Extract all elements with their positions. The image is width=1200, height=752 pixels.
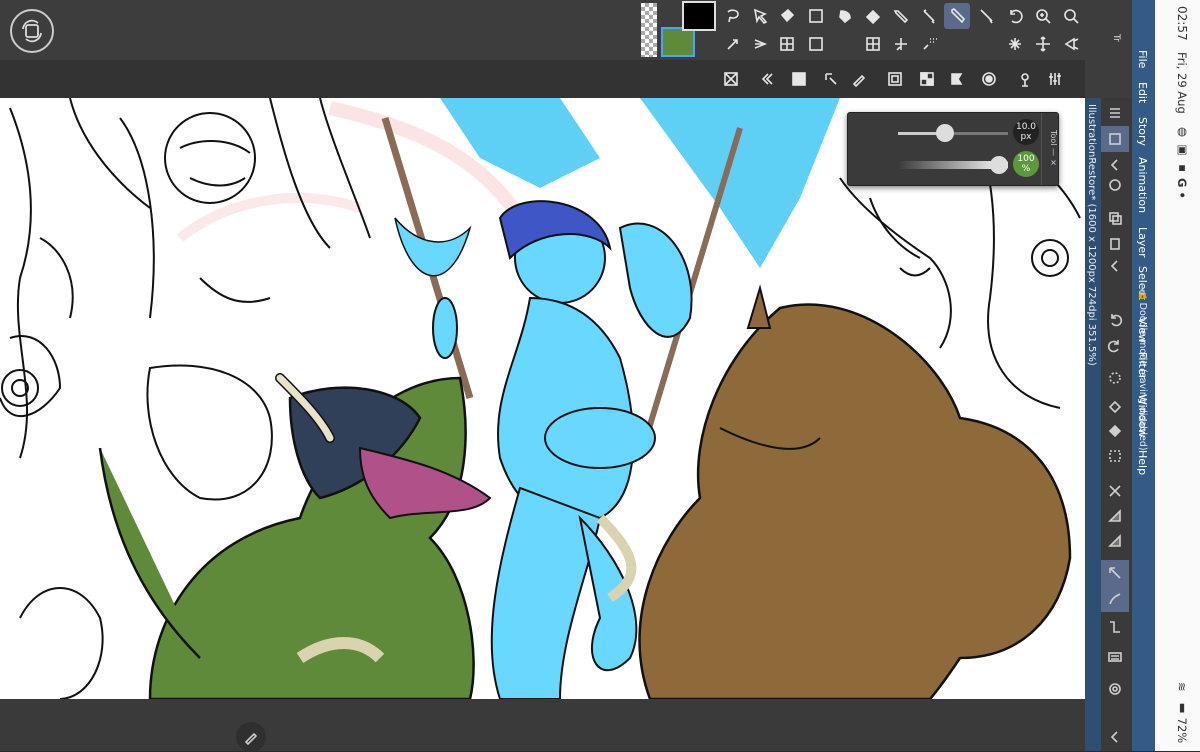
flag-icon[interactable] (944, 66, 970, 92)
broom-icon[interactable] (1058, 31, 1084, 57)
status-icons: ◍ ▣ ▪ G • (1175, 124, 1189, 199)
menu-window[interactable]: Window (1136, 394, 1149, 437)
panel-tab-area: Tr (1085, 0, 1132, 98)
menu-story[interactable]: Story (1136, 117, 1149, 146)
brush-size-unit: px (1020, 132, 1032, 142)
brush-size-value[interactable]: 10.0 px (1013, 119, 1039, 145)
transform-icon[interactable] (1101, 560, 1129, 586)
frame2-icon[interactable] (882, 66, 908, 92)
marker-icon[interactable] (916, 3, 942, 29)
bottom-bar (0, 699, 1085, 751)
select-arrow-icon[interactable] (747, 3, 773, 29)
checker-icon[interactable] (914, 66, 940, 92)
brush-size-knob[interactable] (936, 124, 954, 142)
system-status-bar: 02:57 Fri, 29 Aug ◍ ▣ ▪ G • ≋ ▮ 72% (1155, 0, 1200, 751)
drawing-canvas[interactable]: 10.0 px 100 % Tool — ✕ (0, 98, 1085, 699)
clock: 02:57 (1175, 6, 1189, 41)
transparent-color-swatch[interactable] (641, 3, 657, 57)
frame-icon[interactable] (774, 31, 800, 57)
zoom-icon[interactable] (1030, 3, 1056, 29)
spray-icon[interactable] (916, 31, 942, 57)
invert-icon[interactable] (1101, 503, 1129, 529)
selection-icon[interactable] (1101, 443, 1129, 469)
ruler-icon[interactable] (1101, 614, 1129, 640)
document-title: IllustrationRestore* (1600 x 1200px 724d… (1086, 104, 1097, 366)
menu-view[interactable]: View (1136, 317, 1149, 343)
menu-layer[interactable]: Layer (1136, 227, 1149, 258)
opacity-knob[interactable] (990, 156, 1008, 174)
fill-icon[interactable] (774, 3, 800, 29)
brush-icon[interactable] (973, 3, 999, 29)
opacity-number: 100 (1017, 154, 1035, 164)
menu-animation[interactable]: Animation (1136, 157, 1149, 213)
rotate-canvas-button[interactable] (10, 9, 54, 53)
clear-icon[interactable] (718, 66, 744, 92)
pen-icon (244, 732, 258, 746)
fill-icon[interactable] (1101, 418, 1129, 444)
pencil-icon[interactable] (944, 3, 970, 29)
target-icon[interactable] (976, 66, 1002, 92)
pin-icon[interactable] (1012, 66, 1038, 92)
opacity-unit: % (1021, 164, 1031, 174)
gradient-icon[interactable] (803, 3, 829, 29)
settings-icon[interactable] (1101, 676, 1129, 702)
artwork (0, 98, 1085, 699)
sparkle-icon[interactable] (1002, 31, 1028, 57)
deselect-icon[interactable] (1101, 478, 1129, 504)
navigator-icon[interactable] (1101, 172, 1129, 198)
menu-edit[interactable]: Edit (1136, 82, 1149, 103)
loading-icon[interactable] (1101, 365, 1129, 391)
tool-property-panel[interactable]: 10.0 px 100 % Tool — ✕ (847, 112, 1059, 186)
search-icon[interactable] (1058, 3, 1084, 29)
menu-icon[interactable] (1101, 100, 1129, 126)
brush-size-number: 10.0 (1015, 122, 1037, 132)
opacity-value[interactable]: 100 % (1013, 151, 1039, 177)
undo-stroke-icon[interactable] (1002, 3, 1028, 29)
date: Fri, 29 Aug (1175, 52, 1189, 114)
collapse-panel-icon[interactable] (1101, 724, 1129, 750)
link-icon[interactable] (818, 66, 844, 92)
transform-icon[interactable] (888, 31, 914, 57)
eraser-icon[interactable] (1101, 393, 1129, 419)
grid-icon[interactable] (860, 31, 886, 57)
layer-icon[interactable] (1101, 126, 1129, 152)
copy-icon[interactable] (1101, 205, 1129, 231)
refresh-icon (22, 19, 42, 43)
menu-help[interactable]: Help (1136, 450, 1149, 475)
eraser-icon[interactable] (860, 3, 886, 29)
warp-icon[interactable] (1101, 586, 1129, 612)
layout-icon[interactable] (786, 66, 812, 92)
text-icon[interactable] (747, 31, 773, 57)
pan-icon[interactable] (1030, 31, 1056, 57)
undo-icon[interactable] (1101, 307, 1129, 333)
settings-sliders-icon[interactable] (1042, 66, 1068, 92)
battery-percent: 72% (1175, 717, 1189, 744)
tool-property-label: Tool (1049, 130, 1058, 146)
blend-icon[interactable] (832, 3, 858, 29)
move-icon[interactable] (720, 31, 746, 57)
document-tab[interactable]: IllustrationRestore* (1600 x 1200px 724d… (1085, 98, 1101, 751)
menu-file[interactable]: File (1136, 50, 1149, 68)
brush-edit-icon[interactable] (846, 66, 872, 92)
wifi-icon: ≋ (1175, 682, 1189, 692)
panel-tab-label[interactable]: Tr (1111, 34, 1121, 42)
collapse-icon[interactable] (1101, 253, 1129, 279)
sub-color-swatch[interactable] (661, 27, 695, 57)
lasso-icon[interactable] (720, 3, 746, 29)
battery: ▮ 72% (1175, 700, 1189, 744)
main-color-swatch[interactable] (682, 1, 716, 31)
redo-icon[interactable] (1101, 333, 1129, 359)
menu-bar: File Edit Story Animation Layer Select 🔒… (1132, 0, 1155, 751)
pen-icon[interactable] (888, 3, 914, 29)
tool-property-tab[interactable]: Tool — ✕ (1041, 113, 1058, 185)
shrink-icon[interactable] (1101, 528, 1129, 554)
quick-pen-button[interactable] (236, 722, 266, 752)
keyboard-icon[interactable] (1101, 644, 1129, 670)
prev-icon[interactable] (754, 66, 780, 92)
rect-select-icon[interactable] (803, 31, 829, 57)
menu-filter[interactable]: Filter (1136, 352, 1149, 379)
